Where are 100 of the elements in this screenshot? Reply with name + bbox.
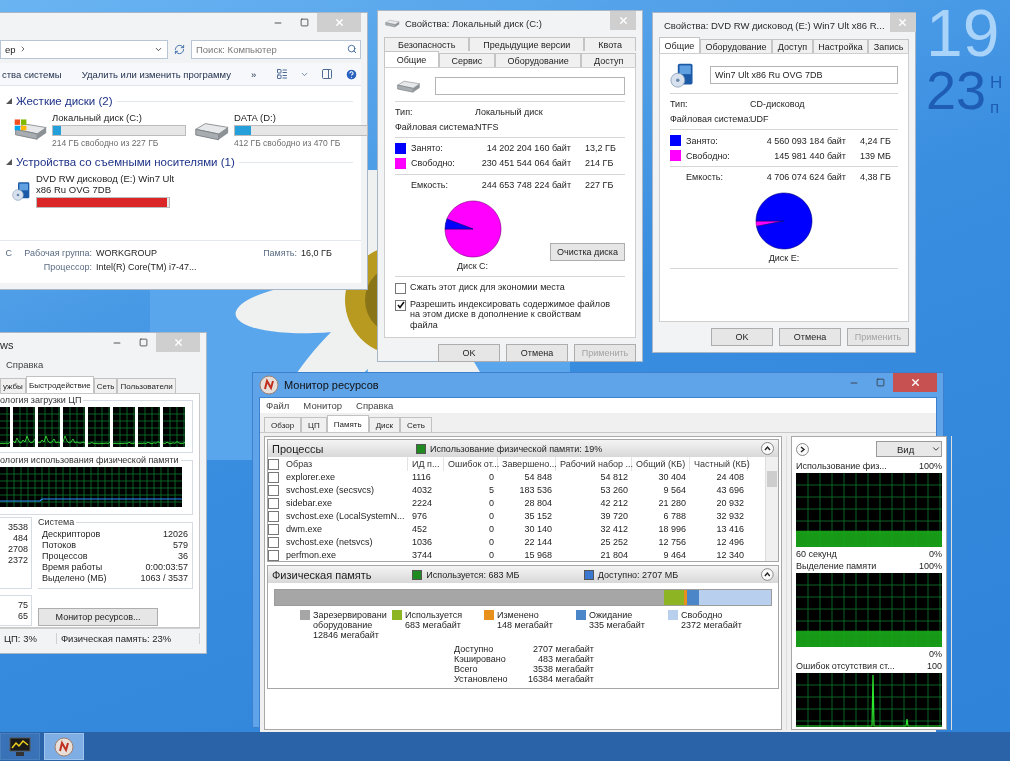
field-value: CD-дисковод — [750, 99, 806, 109]
summary-value: 16384 мегабайт — [527, 674, 594, 684]
table-cell-text: 22 144 — [523, 536, 553, 547]
table-cell-text: 6 788 — [662, 510, 687, 521]
table-cell-text: 183 536 — [518, 484, 553, 495]
field-label: Файловая система: — [670, 114, 750, 124]
table-cell-text: sidebar.exe — [285, 497, 334, 508]
graph-footer: 0% — [929, 549, 942, 559]
table-cell-text: 15 968 — [523, 549, 553, 560]
computer-name: С — [4, 248, 12, 260]
stat-value: 2372 — [7, 555, 28, 565]
legend-label: оборудование — [313, 620, 374, 630]
table-cell-text: 18 996 — [657, 523, 687, 534]
table-cell-text: explorer.exe — [285, 471, 337, 482]
table-cell-text: 0 — [488, 523, 495, 534]
table-cell-text: 24 408 — [715, 471, 745, 482]
window-title: ws — [0, 339, 14, 351]
window-title: Монитор ресурсов — [284, 379, 379, 391]
size-value: 139 МБ — [860, 150, 892, 161]
table-cell-text: 30 404 — [657, 471, 687, 482]
stat-value: 579 — [171, 540, 188, 550]
table-cell-text: 0 — [488, 510, 495, 521]
table-cell-text: 0 — [488, 536, 495, 547]
graph-title: Использование физ... — [796, 461, 887, 471]
stat-label: Дескрипторов — [42, 529, 102, 539]
legend-label: Ожидание — [589, 610, 634, 620]
table-cell-text: 28 804 — [523, 497, 553, 508]
status-text: Физическая память: 23% — [56, 632, 200, 644]
stat-label: Выделено (МБ) — [42, 573, 108, 583]
summary-label: Установлено — [454, 674, 509, 684]
pie-caption: Диск C: — [457, 260, 489, 271]
field-value: NTFS — [475, 121, 500, 132]
group-title: Система — [37, 517, 76, 527]
table-cell-text: 2224 — [411, 497, 434, 508]
table-cell-text: svchost.exe (netsvcs) — [285, 536, 374, 547]
legend-value: 683 мегабайт — [405, 620, 462, 630]
pie-caption: Диск E: — [768, 253, 800, 263]
table-cell-text: 42 212 — [599, 497, 629, 508]
size-value: 13,2 ГБ — [585, 143, 617, 153]
legend-value: 335 мегабайт — [589, 620, 645, 630]
stat-value: 2708 — [7, 544, 28, 554]
graph-max: 100% — [918, 561, 942, 571]
table-cell-text: 32 932 — [715, 510, 745, 521]
clock-minute: 23 — [926, 64, 987, 116]
summary-label: Кэшировано — [454, 654, 507, 664]
stat-value: 12026 — [161, 529, 188, 539]
stat-label: Потоков — [42, 540, 78, 550]
section-title: Процессы — [272, 442, 325, 455]
option-label: Сжать этот диск для экономии места — [410, 281, 566, 293]
detail-value: WORKGROUP — [96, 248, 158, 260]
graph-footer: 0% — [929, 649, 942, 659]
byte-count: 244 653 748 224 байт — [480, 179, 572, 190]
free-space-text: 214 ГБ свободно из 227 ГБ — [52, 138, 160, 148]
table-cell-text: dwm.exe — [285, 523, 323, 534]
table-cell-text: 43 696 — [715, 484, 745, 495]
table-cell-text: 32 412 — [599, 523, 629, 534]
detail-value: 16,0 ГБ — [301, 248, 333, 260]
option-label: Разрешить индексировать содержимое файлов на этом диске в дополнение к свойствам файла — [410, 298, 610, 331]
legend-label: Используется — [405, 610, 463, 620]
stat-label: Время работы — [42, 562, 104, 572]
field-label: Свободно: — [686, 150, 731, 161]
table-cell-text: 1116 — [411, 471, 432, 482]
table-cell-text: 21 280 — [657, 497, 687, 508]
table-cell-text: 12 496 — [715, 536, 745, 547]
field-value: UDF — [750, 114, 770, 124]
size-value: 214 ГБ — [585, 158, 615, 168]
field-label: Занято: — [686, 135, 719, 146]
table-cell-text: 452 — [411, 523, 429, 534]
field-label: Тип: — [670, 99, 689, 109]
legend-label: Изменено — [497, 610, 540, 620]
window-title: Свойства: Локальный диск (C:) — [405, 17, 542, 29]
byte-count: 230 451 544 064 байт — [480, 158, 572, 168]
size-value: 227 ГБ — [585, 179, 615, 190]
table-cell-text: 9 564 — [662, 484, 687, 495]
field-label: Занято: — [411, 143, 444, 153]
stat-value: 75 — [18, 600, 28, 610]
indicator-label: Использование физической памяти: 19% — [430, 443, 603, 454]
summary-label: Доступно — [454, 644, 495, 654]
table-cell-text: 30 140 — [523, 523, 553, 534]
legend-label: Зарезервировани — [313, 610, 387, 620]
table-cell-text: 13 416 — [715, 523, 745, 534]
table-cell-text: 3744 — [411, 549, 434, 560]
stat-value: 1063 / 3537 — [140, 573, 188, 583]
detail-label: Память: — [262, 248, 297, 260]
window-title: Свойства: DVD RW дисковод (E:) Win7 Ult x86 R... — [664, 19, 885, 31]
section-title: Физическая память — [272, 568, 373, 581]
detail-value: Intel(R) Core(TM) i7-47... — [96, 262, 198, 274]
detail-label: Процессор: — [42, 262, 92, 274]
table-cell-text: svchost.exe (LocalSystemN... — [285, 510, 406, 521]
indicator-label: Используется: 683 МБ — [426, 569, 520, 580]
stat-value: 36 — [177, 551, 188, 561]
table-cell-text: 12 756 — [657, 536, 687, 547]
group-title: ология использования физической памяти — [0, 455, 180, 465]
status-text: ЦП: 3% — [0, 632, 57, 644]
legend-value: 2372 мегабайт — [681, 620, 742, 630]
table-cell-text: 0 — [488, 497, 495, 508]
free-space-text: 412 ГБ свободно из 470 ГБ — [234, 138, 342, 148]
table-cell-text: 4032 — [411, 484, 434, 495]
field-label: Файловая система: — [395, 121, 475, 132]
detail-label: Рабочая группа: — [23, 248, 92, 260]
